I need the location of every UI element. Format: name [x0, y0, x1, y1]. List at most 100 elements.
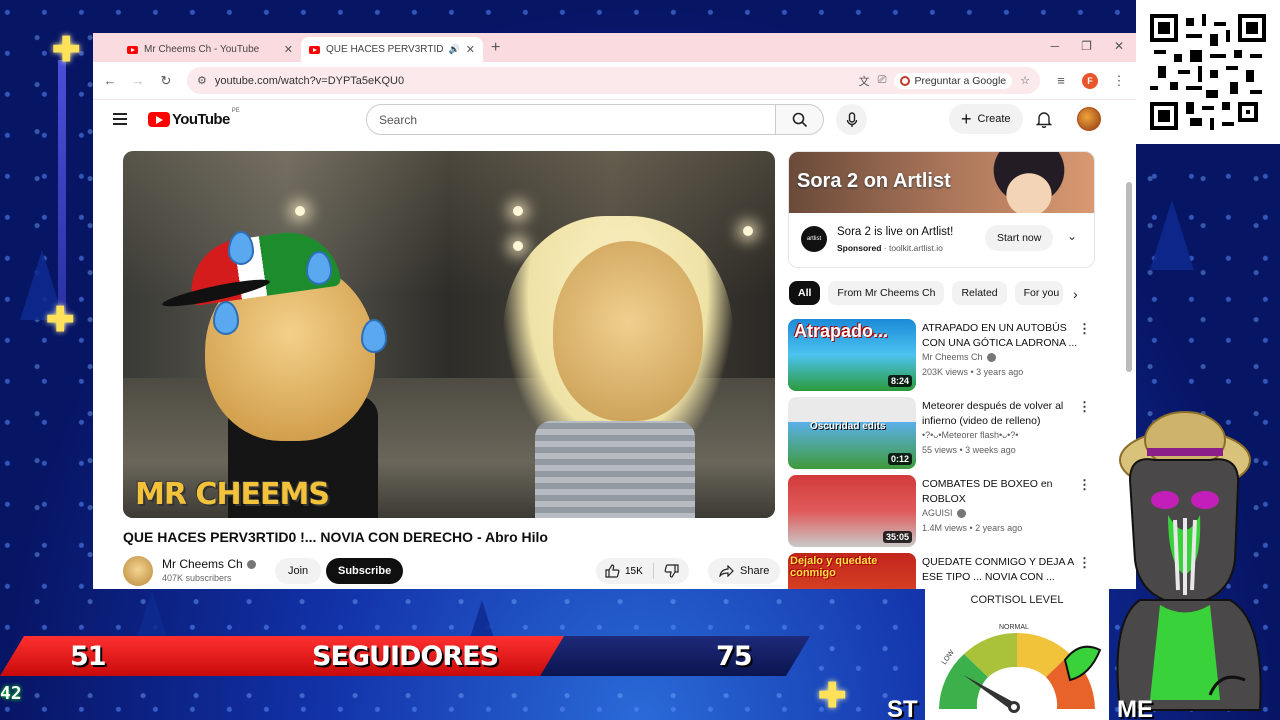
dislike-button[interactable] [654, 564, 689, 578]
ask-google-button[interactable]: Preguntar a Google [894, 72, 1013, 89]
url-text[interactable]: youtube.com/watch?v=DYPTa5eKQU0 [215, 75, 851, 87]
create-button[interactable]: + Create [949, 104, 1023, 134]
sparkle-icon: ✚ [46, 301, 75, 339]
hamburger-menu-icon[interactable] [113, 113, 127, 128]
recommendation-thumbnail[interactable]: Dejalo y quedate conmigo [788, 553, 916, 589]
follower-goal-remaining [540, 636, 810, 676]
chip-all[interactable]: All [789, 281, 821, 305]
new-tab-button[interactable]: + [491, 39, 500, 57]
recommendation-thumbnail[interactable]: 35:05 [788, 475, 916, 547]
like-button[interactable]: 15K [596, 563, 654, 579]
recommendation-item[interactable]: Atrapado... 8:24 ATRAPADO EN UN AUTOBÚS … [788, 319, 1098, 391]
ad-meta: Sponsored · toolkit.artlist.io [837, 243, 943, 253]
site-info-icon[interactable]: ⚙ [197, 74, 207, 87]
artlist-logo[interactable]: artlist [801, 226, 827, 252]
recommendation-thumbnail[interactable]: Atrapado... 8:24 [788, 319, 916, 391]
cast-icon[interactable]: ⎚ [878, 74, 887, 87]
share-label: Share [740, 565, 770, 577]
thumbs-down-icon [664, 564, 679, 578]
more-options-icon[interactable]: ⋮ [1078, 321, 1091, 337]
gauge-low-label: LOW [941, 649, 956, 666]
channel-row: Mr Cheems Ch 407K subscribers Join Subsc… [123, 555, 781, 589]
like-count: 15K [625, 565, 643, 577]
youtube-header: YouTube PE Search + Create [93, 100, 1136, 138]
account-avatar[interactable] [1077, 107, 1101, 131]
watermark-part-b: CHEEMS [195, 477, 330, 512]
recommendation-title[interactable]: QUEDATE CONMIGO Y DEJA A ESE TIPO ... NO… [922, 555, 1080, 585]
recommendation-item[interactable]: Oscuridad edits 0:12 Meteorer después de… [788, 397, 1098, 469]
channel-avatar[interactable] [123, 556, 153, 586]
gauge-hub-center [1011, 704, 1017, 710]
tab-mr-cheems[interactable]: Mr Cheems Ch - YouTube ✕ [119, 37, 301, 62]
recommendation-thumbnail[interactable]: Oscuridad edits 0:12 [788, 397, 916, 469]
search-input[interactable]: Search [366, 104, 776, 135]
search-button[interactable] [776, 104, 824, 135]
street-lamp [513, 206, 523, 216]
stream-tag-left: ST [887, 696, 918, 720]
video-player[interactable]: MR CHEEMS [123, 151, 775, 518]
tab-current-video[interactable]: QUE HACES PERV3RTID0 !... 🔊 ✕ [301, 37, 483, 62]
recommendation-channel: Mr Cheems Ch [922, 352, 996, 363]
minimize-icon[interactable]: ─ [1051, 39, 1060, 53]
google-icon [900, 75, 911, 86]
youtube-logo[interactable]: YouTube PE [148, 108, 240, 128]
youtube-favicon-icon [127, 45, 138, 54]
region-code: PE [231, 108, 240, 114]
close-tab-icon[interactable]: ✕ [284, 43, 293, 56]
share-button[interactable]: Share [708, 558, 781, 584]
browser-window: Mr Cheems Ch - YouTube ✕ QUE HACES PERV3… [93, 33, 1136, 589]
street-lamp [743, 226, 753, 236]
search-bar: Search [366, 104, 824, 135]
chip-for-you[interactable]: For you [1014, 281, 1063, 305]
subscribe-button[interactable]: Subscribe [326, 558, 404, 584]
recommendation-channel-name: AGUISI [922, 508, 953, 518]
verified-badge-icon [986, 353, 996, 363]
omnibox[interactable]: ⚙ youtube.com/watch?v=DYPTa5eKQU0 文 ⎚ Pr… [187, 67, 1040, 94]
close-tab-icon[interactable]: ✕ [466, 43, 475, 56]
channel-name[interactable]: Mr Cheems Ch [162, 557, 243, 571]
recommendation-meta: 203K views • 3 years ago [922, 367, 1024, 377]
video-title: QUE HACES PERV3RTID0 !... NOVIA CON DERE… [123, 529, 548, 545]
sweat-drop-icon [306, 251, 332, 285]
follower-goal-bar: 51 SEGUIDORES 75 [0, 636, 800, 676]
recommendation-channel: AGUISI [922, 508, 966, 519]
tab-title: QUE HACES PERV3RTID0 !... [326, 44, 443, 55]
tab-title: Mr Cheems Ch - YouTube [144, 44, 260, 55]
filter-chips: All From Mr Cheems Ch Related For you [789, 281, 1063, 305]
close-window-icon[interactable]: ✕ [1114, 39, 1124, 53]
restore-icon[interactable]: ❐ [1081, 39, 1092, 53]
youtube-page: YouTube PE Search + Create MR CHEEMS QUE… [93, 100, 1136, 589]
followers-current: 51 [70, 641, 107, 672]
recommendation-item[interactable]: Dejalo y quedate conmigo QUEDATE CONMIGO… [788, 553, 1098, 589]
channel-name-wrap[interactable]: Mr Cheems Ch [162, 557, 256, 571]
video-duration: 35:05 [882, 531, 912, 543]
bookmark-star-icon[interactable]: ☆ [1020, 74, 1030, 87]
sweat-drop-icon [213, 301, 239, 335]
recommendation-item[interactable]: 35:05 COMBATES DE BOXEO en ROBLOX AGUISI… [788, 475, 1098, 547]
chevron-right-icon[interactable]: › [1073, 286, 1078, 302]
speaker-icon[interactable]: 🔊 [449, 44, 460, 55]
share-icon [719, 565, 734, 577]
reload-icon[interactable]: ↻ [159, 73, 173, 89]
notifications-bell-icon[interactable] [1036, 110, 1052, 128]
recommendation-title[interactable]: ATRAPADO EN UN AUTOBÚS CON UNA GÓTICA LA… [922, 321, 1080, 351]
recommendation-title[interactable]: COMBATES DE BOXEO en ROBLOX [922, 477, 1080, 507]
chip-from-channel[interactable]: From Mr Cheems Ch [828, 281, 945, 305]
thumbs-up-icon [605, 564, 620, 578]
sponsored-ad-card[interactable]: Sora 2 on Artlist artlist Sora 2 is live… [788, 151, 1095, 268]
translate-icon[interactable]: 文 [859, 73, 870, 89]
media-control-icon[interactable]: ≡ [1054, 73, 1068, 88]
menu-kebab-icon[interactable]: ⋮ [1112, 73, 1126, 89]
page-scrollbar[interactable] [1126, 182, 1132, 372]
voice-search-button[interactable] [836, 104, 867, 135]
back-icon[interactable]: ← [103, 73, 117, 88]
chevron-down-icon[interactable]: ⌄ [1067, 229, 1077, 243]
chip-related[interactable]: Related [952, 281, 1007, 305]
ad-start-now-button[interactable]: Start now [985, 225, 1054, 251]
ad-banner[interactable]: Sora 2 on Artlist [789, 152, 1094, 213]
join-button[interactable]: Join [275, 558, 322, 584]
microphone-icon [846, 111, 857, 127]
recommendation-title[interactable]: Meteorer después de volver al infierno (… [922, 399, 1080, 429]
forward-icon[interactable]: → [131, 73, 145, 88]
profile-avatar[interactable]: F [1082, 72, 1098, 89]
